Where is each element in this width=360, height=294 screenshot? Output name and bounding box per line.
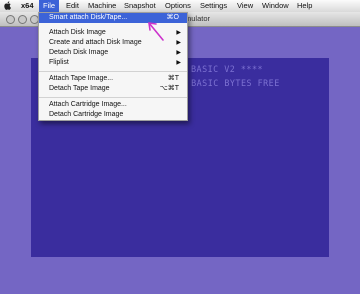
menu-item-attach-tape-image[interactable]: Attach Tape Image... ⌘T bbox=[39, 74, 187, 84]
menu-separator bbox=[39, 97, 187, 98]
menu-edit[interactable]: Edit bbox=[63, 0, 82, 12]
menu-item-label: Fliplist bbox=[49, 59, 69, 66]
c64-text-line-2: 1 BASIC BYTES FREE bbox=[180, 78, 280, 88]
menu-item-attach-cartridge-image[interactable]: Attach Cartridge Image... bbox=[39, 100, 187, 110]
menu-file[interactable]: File bbox=[39, 0, 60, 12]
minimize-window-button[interactable] bbox=[18, 15, 27, 24]
menu-app-x64[interactable]: x64 bbox=[18, 0, 37, 12]
menu-separator bbox=[39, 71, 187, 72]
submenu-arrow-icon: ▶ bbox=[176, 30, 181, 36]
shortcut-label: ⌘T bbox=[167, 75, 179, 82]
shortcut-label: ⌥⌘T bbox=[159, 85, 179, 92]
menu-item-label: Smart attach Disk/Tape... bbox=[49, 14, 128, 21]
window-title: mulator bbox=[185, 14, 211, 23]
submenu-arrow-icon: ▶ bbox=[176, 50, 181, 56]
menu-item-fliplist[interactable]: Fliplist ▶ bbox=[39, 58, 187, 68]
menu-item-label: Attach Tape Image... bbox=[49, 75, 114, 82]
menu-item-detach-disk-image[interactable]: Detach Disk Image ▶ bbox=[39, 48, 187, 58]
menu-item-label: Attach Disk Image bbox=[49, 29, 106, 36]
menu-view[interactable]: View bbox=[234, 0, 256, 12]
menu-settings[interactable]: Settings bbox=[197, 0, 230, 12]
menu-item-label: Attach Cartridge Image... bbox=[49, 101, 127, 108]
menu-help[interactable]: Help bbox=[294, 0, 315, 12]
close-window-button[interactable] bbox=[6, 15, 15, 24]
menu-item-label: Create and attach Disk Image bbox=[49, 39, 142, 46]
menu-machine[interactable]: Machine bbox=[85, 0, 119, 12]
menu-snapshot[interactable]: Snapshot bbox=[121, 0, 159, 12]
c64-text-line-1: BASIC V2 **** bbox=[191, 64, 264, 74]
menu-item-detach-cartridge-image[interactable]: Detach Cartridge Image bbox=[39, 110, 187, 120]
submenu-arrow-icon: ▶ bbox=[176, 60, 181, 66]
menu-item-detach-tape-image[interactable]: Detach Tape Image ⌥⌘T bbox=[39, 84, 187, 94]
menu-item-label: Detach Disk Image bbox=[49, 49, 109, 56]
menu-item-label: Detach Tape Image bbox=[49, 85, 110, 92]
menu-item-label: Detach Cartridge Image bbox=[49, 111, 124, 118]
annotation-arrow-icon bbox=[148, 22, 164, 41]
menu-options[interactable]: Options bbox=[162, 0, 194, 12]
submenu-arrow-icon: ▶ bbox=[176, 40, 181, 46]
shortcut-label: ⌘O bbox=[166, 14, 179, 21]
apple-icon[interactable] bbox=[4, 1, 11, 10]
menu-window[interactable]: Window bbox=[259, 0, 292, 12]
